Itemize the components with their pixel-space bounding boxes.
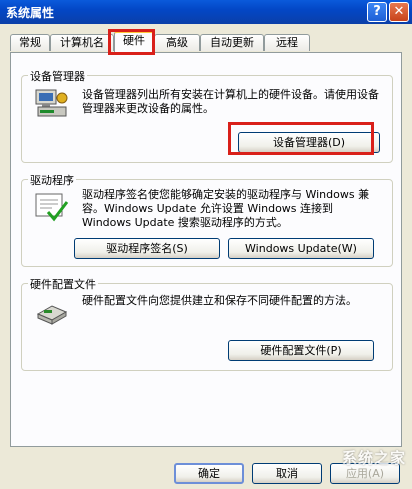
driver-signing-icon bbox=[35, 193, 69, 222]
windows-update-button[interactable]: Windows Update(W) bbox=[228, 238, 374, 259]
hardware-profiles-title: 硬件配置文件 bbox=[28, 276, 98, 292]
device-manager-title: 设备管理器 bbox=[28, 68, 87, 84]
title-bar: 系统属性 ? ✕ bbox=[0, 0, 412, 24]
hardware-profiles-group: 硬件配置文件 硬件配置文件向您提供建立和保存不同硬件配置的方法。 硬件配置文件(… bbox=[21, 276, 393, 371]
highlight-device-manager-button bbox=[228, 122, 374, 155]
drivers-group: 驱动程序 驱动程序签名使您能够确定安装的驱动程序与 Windows 兼容。Win… bbox=[21, 172, 393, 267]
close-button[interactable]: ✕ bbox=[389, 2, 409, 22]
hardware-profiles-icon bbox=[36, 305, 68, 325]
device-manager-icon bbox=[35, 89, 68, 117]
tab-panel: 设备管理器 设备管理器列出所有安装在计算机上的硬件设备。请使用设备管理器来更改设… bbox=[10, 52, 402, 447]
hardware-profiles-button[interactable]: 硬件配置文件(P) bbox=[228, 340, 374, 361]
watermark: 系统之家 bbox=[341, 449, 406, 467]
drivers-title: 驱动程序 bbox=[28, 172, 76, 188]
highlight-hardware-tab bbox=[108, 29, 155, 55]
hardware-profiles-description: 硬件配置文件向您提供建立和保存不同硬件配置的方法。 bbox=[82, 294, 357, 307]
ok-button[interactable]: 确定 bbox=[174, 463, 244, 484]
window-title: 系统属性 bbox=[6, 6, 55, 20]
tab-advanced[interactable]: 高级 bbox=[154, 34, 200, 51]
tab-automatic-updates[interactable]: 自动更新 bbox=[200, 34, 264, 51]
tab-computer-name[interactable]: 计算机名 bbox=[50, 34, 114, 51]
driver-signing-button[interactable]: 驱动程序签名(S) bbox=[74, 238, 220, 259]
drivers-description: 驱动程序签名使您能够确定安装的驱动程序与 Windows 兼容。Windows … bbox=[82, 188, 370, 229]
device-manager-description: 设备管理器列出所有安装在计算机上的硬件设备。请使用设备管理器来更改设备的属性。 bbox=[82, 88, 379, 115]
tab-general[interactable]: 常规 bbox=[10, 34, 50, 51]
cancel-button[interactable]: 取消 bbox=[252, 463, 322, 484]
tab-remote[interactable]: 远程 bbox=[264, 34, 310, 51]
help-button[interactable]: ? bbox=[367, 2, 387, 22]
